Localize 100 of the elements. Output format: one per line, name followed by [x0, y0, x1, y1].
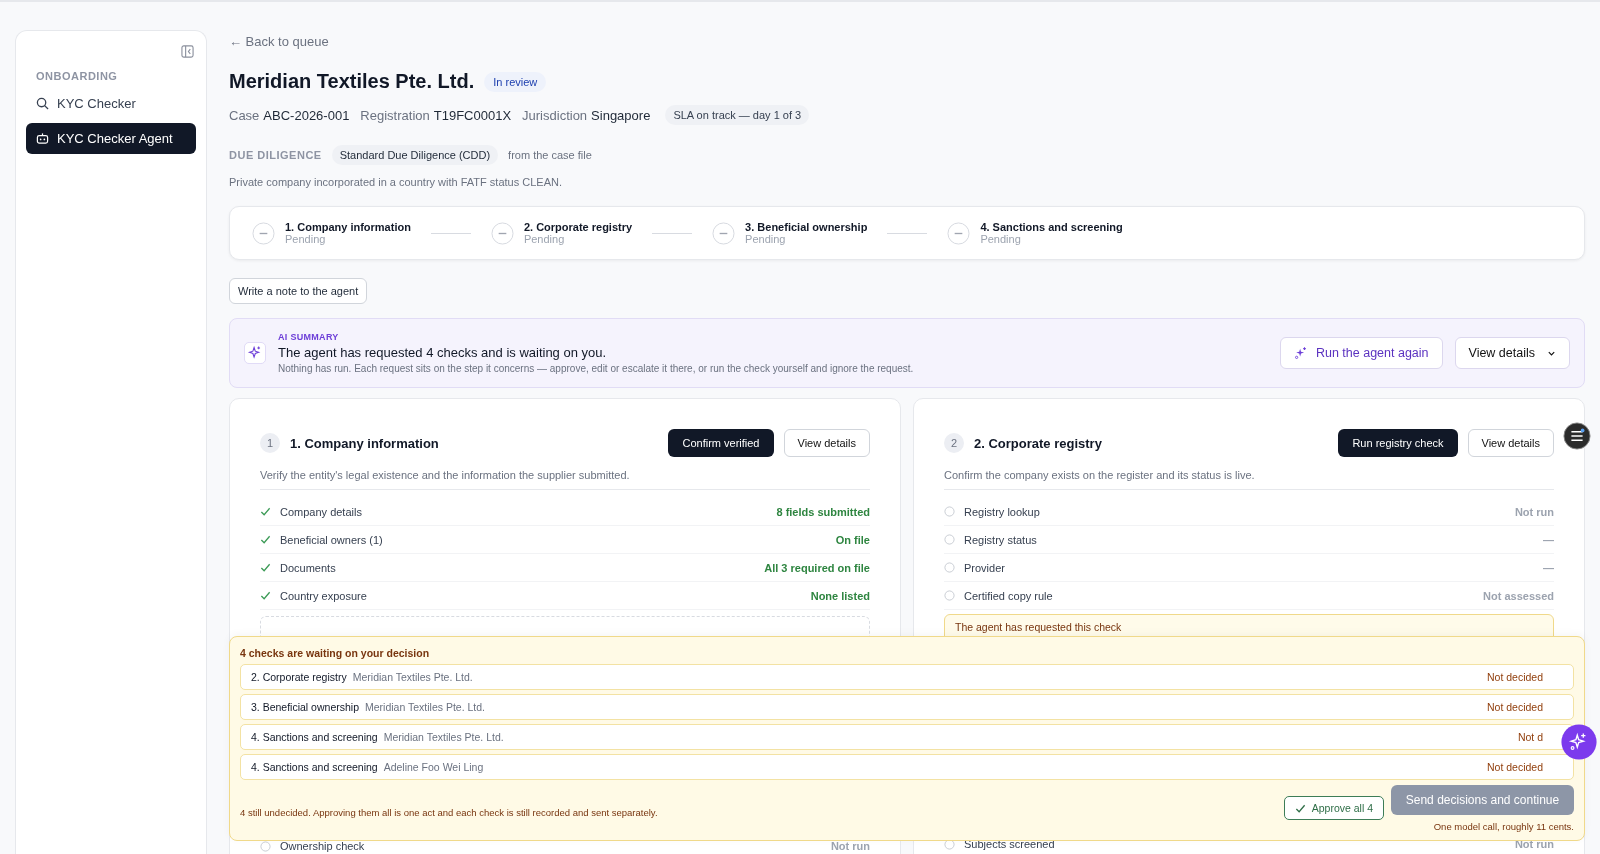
step-title[interactable]: 3. Beneficial ownership	[745, 221, 868, 233]
meta-label: Jurisdiction	[522, 107, 588, 123]
check-value: —	[1543, 533, 1554, 546]
ai-summary-headline: The agent has requested 4 checks and is waiting on you.	[278, 345, 608, 360]
empty-circle-icon	[944, 562, 955, 573]
check-label: Beneficial owners (1)	[280, 533, 384, 546]
decision-footnote: 4 still undecided. Approving them all is one act and each check is still recorded and sent separately.	[240, 807, 659, 818]
check-label: Documents	[280, 561, 337, 574]
view-details-button[interactable]: View details	[1467, 429, 1554, 457]
meta-value: Singapore	[591, 107, 651, 123]
decision-status: Not decided	[1486, 761, 1543, 773]
check-label: Country exposure	[280, 589, 368, 602]
collapse-sidebar-icon[interactable]	[181, 45, 194, 58]
check-label: Provider	[964, 561, 1006, 574]
meta-label: Case	[229, 107, 260, 123]
decision-status: Not decided	[1486, 701, 1543, 713]
run-agent-button[interactable]: Run the agent again	[1279, 337, 1443, 369]
decision-title: 4 checks are waiting on your decision	[240, 647, 431, 659]
check-icon	[260, 590, 271, 601]
decision-subject: Meridian Textiles Pte. Ltd.	[365, 701, 487, 713]
step-number: 1	[260, 433, 280, 453]
pending-step-icon	[252, 221, 275, 245]
view-details-button[interactable]: View details	[783, 429, 870, 457]
step-status: Pending	[980, 233, 1022, 245]
decision-step: 4. Sanctions and screening	[251, 731, 378, 743]
check-value: On file	[835, 533, 870, 546]
check-value: None listed	[810, 589, 870, 602]
sidebar-item[interactable]: KYC Checker	[26, 88, 196, 119]
check-label: Registry status	[964, 533, 1038, 546]
decision-status: Not decided	[1486, 671, 1543, 683]
search-icon	[36, 97, 49, 110]
check-value: Not run	[1514, 838, 1554, 850]
check-value: Not run	[830, 840, 870, 852]
back-link[interactable]: ← Back to queue	[229, 34, 329, 49]
meta-value: ABC-2026-001	[263, 107, 350, 123]
request-text: The agent has requested this check	[955, 621, 1122, 633]
sidebar-item[interactable]: KYC Checker Agent	[26, 123, 196, 154]
diligence-source: from the case file	[508, 149, 592, 161]
decision-row[interactable]: 3. Beneficial ownership Meridian Textiles Pte. Ltd. Not decided	[240, 694, 1574, 720]
check-label: Registry lookup	[964, 505, 1041, 518]
sparkle-icon	[244, 342, 266, 364]
check-value: Not assessed	[1483, 589, 1554, 602]
pending-step-icon	[947, 221, 971, 245]
card-description: Confirm the company exists on the register and its status is live.	[944, 469, 1554, 490]
section-label: DUE DILIGENCE	[229, 149, 322, 161]
ai-summary-label: AI SUMMARY	[278, 332, 340, 342]
primary-button[interactable]: Confirm verified	[668, 429, 774, 457]
sla-badge: SLA on track — day 1 of 3	[665, 105, 810, 125]
check-label: Company details	[280, 505, 363, 518]
step-status: Pending	[523, 233, 566, 245]
approve-all-button[interactable]: Approve all 4	[1283, 796, 1384, 820]
meta-label: Registration	[360, 107, 430, 123]
decision-row[interactable]: 4. Sanctions and screening Adeline Foo Wei Ling Not decided	[240, 754, 1574, 780]
empty-circle-icon	[944, 534, 955, 545]
menu-icon[interactable]	[1563, 422, 1591, 450]
decision-row[interactable]: 2. Corporate registry Meridian Textiles Pte. Ltd. Not decided	[240, 664, 1574, 690]
check-icon	[260, 534, 271, 545]
assistant-sparkle-icon[interactable]	[1561, 724, 1597, 760]
empty-circle-icon	[944, 590, 955, 601]
diligence-description: Private company incorporated in a country with FATF status CLEAN.	[229, 176, 563, 188]
empty-circle-icon	[944, 838, 955, 850]
card-title: 2. Corporate registry	[974, 435, 1103, 451]
page-title: Meridian Textiles Pte. Ltd.	[229, 70, 475, 93]
pending-step-icon	[490, 221, 514, 245]
section-label: ONBOARDING	[36, 70, 119, 82]
primary-button[interactable]: Run registry check	[1338, 429, 1458, 457]
cost-note: One model call, roughly 11 cents.	[1433, 821, 1574, 832]
empty-circle-icon	[944, 506, 955, 517]
check-label: Ownership check	[280, 840, 366, 852]
step-title[interactable]: 2. Corporate registry	[523, 221, 633, 233]
step-title[interactable]: 1. Company information	[285, 221, 411, 233]
robot-icon	[36, 132, 49, 145]
view-details-button[interactable]: View details	[1454, 337, 1570, 369]
diligence-tag: Standard Due Diligence (CDD)	[331, 145, 499, 165]
check-label: Certified copy rule	[964, 589, 1054, 602]
card-description: Verify the entity's legal existence and the information the supplier submitted.	[260, 469, 870, 490]
sparkle-icon	[1293, 346, 1308, 360]
empty-circle-icon	[260, 840, 271, 852]
decision-status: Not d	[1517, 731, 1543, 743]
step-status: Pending	[745, 233, 787, 245]
pending-step-icon	[712, 221, 736, 245]
check-value: 8 fields submitted	[776, 505, 870, 518]
decision-subject: Meridian Textiles Pte. Ltd.	[383, 731, 505, 743]
card-title: 1. Company information	[290, 435, 440, 451]
check-value: —	[1543, 561, 1554, 574]
step-number: 2	[944, 433, 964, 453]
decision-row[interactable]: 4. Sanctions and screening Meridian Textiles Pte. Ltd. Not d	[240, 724, 1574, 750]
decision-subject: Meridian Textiles Pte. Ltd.	[352, 671, 474, 683]
step-title[interactable]: 4. Sanctions and screening	[980, 221, 1123, 233]
status-badge: In review	[484, 71, 547, 92]
decision-step: 3. Beneficial ownership	[251, 701, 359, 713]
step-status: Pending	[285, 233, 327, 245]
decision-step: 2. Corporate registry	[251, 671, 347, 683]
decision-step: 4. Sanctions and screening	[251, 761, 378, 773]
check-value: All 3 required on file	[764, 561, 870, 574]
check-icon	[260, 562, 271, 573]
check-icon	[260, 506, 271, 517]
ai-summary-body: Nothing has run. Each request sits on the step it concerns — approve, edit or escalate it there, or run the check yourself and ignore the request.	[278, 363, 915, 374]
meta-value: T19FC0001X	[433, 107, 512, 123]
note-button[interactable]: Write a note to the agent	[229, 278, 368, 304]
